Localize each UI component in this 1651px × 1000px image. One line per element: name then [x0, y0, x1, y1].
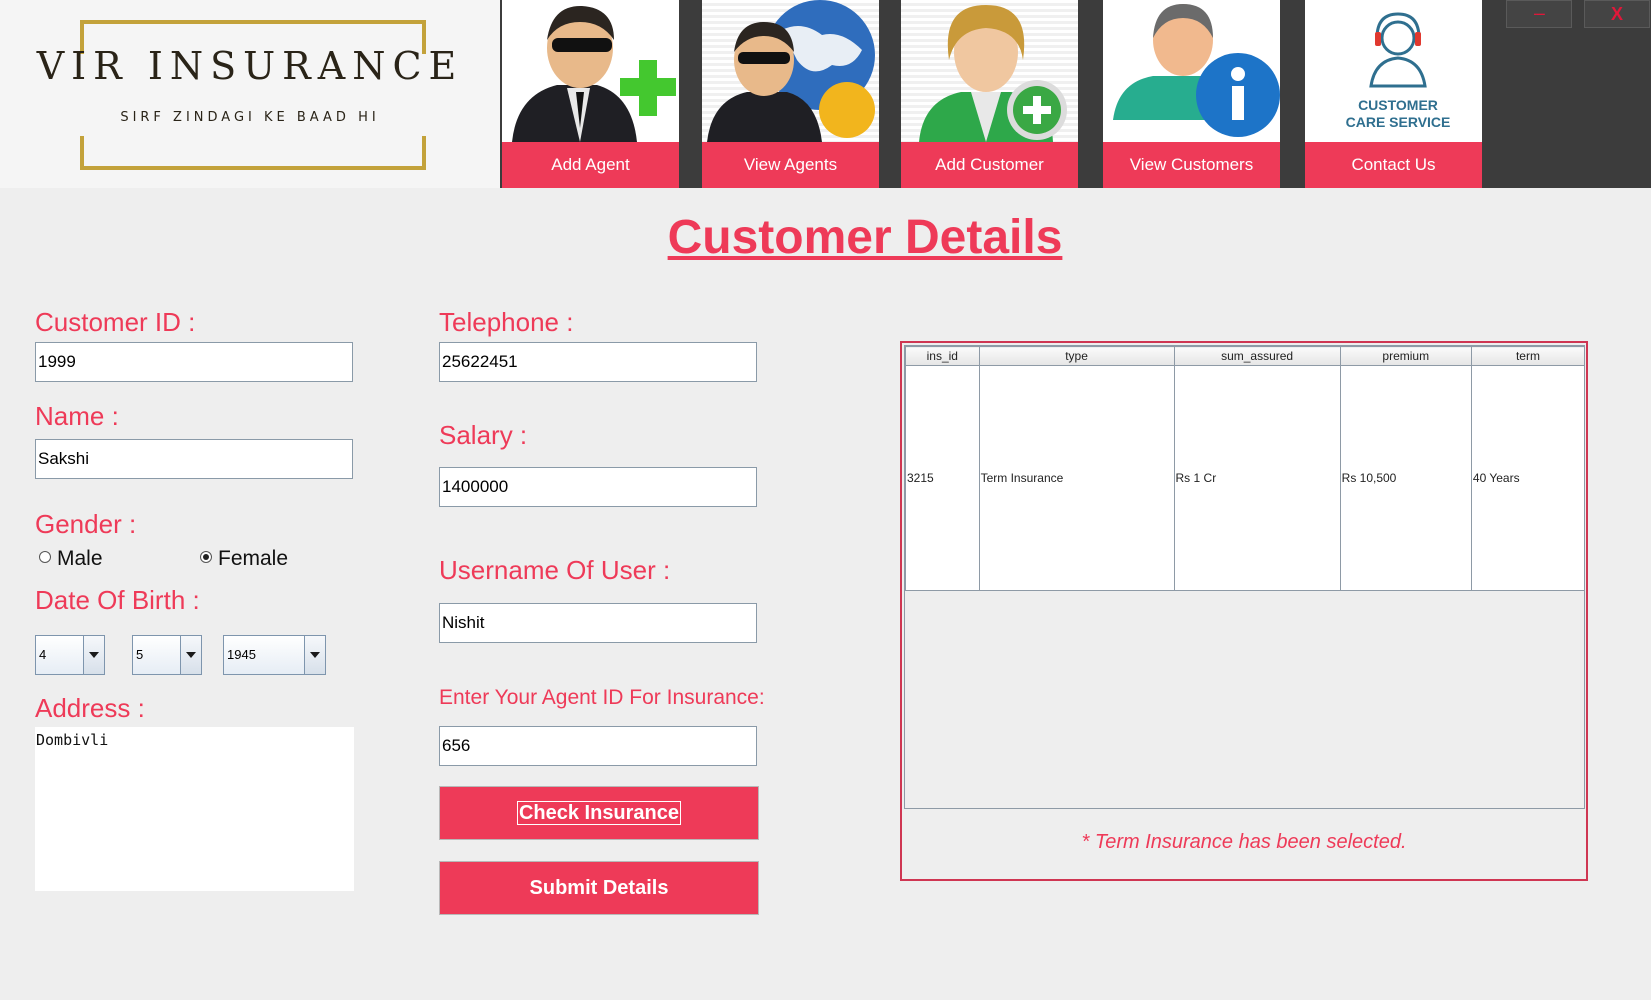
table-header-row: ins_id type sum_assured premium term — [905, 346, 1586, 366]
column-header-type[interactable]: type — [978, 346, 1175, 366]
minimize-button[interactable]: ---- — [1506, 0, 1572, 28]
dob-month-select[interactable]: 5 — [132, 635, 202, 675]
address-label: Address : — [35, 693, 145, 723]
customer-add-icon — [901, 0, 1078, 142]
submit-details-button[interactable]: Submit Details — [439, 861, 759, 915]
gender-male-label: Male — [57, 547, 103, 570]
gender-female-label: Female — [218, 547, 289, 570]
nav-add-agent-button[interactable]: Add Agent — [502, 0, 679, 188]
radio-checked-icon — [200, 551, 212, 564]
customer-id-label: Customer ID : — [35, 307, 196, 337]
salary-label: Salary : — [439, 420, 528, 450]
customer-care-headset-icon: CUSTOMER CARE SERVICE — [1305, 0, 1482, 142]
insurance-table-scrollpane[interactable]: ins_id type sum_assured premium term 321… — [904, 345, 1586, 809]
dob-day-select[interactable]: 4 — [35, 635, 105, 675]
username-label: Username Of User : — [439, 555, 671, 585]
table-cell-sum-assured[interactable]: Rs 1 Cr — [1173, 365, 1341, 591]
agent-id-label: Enter Your Agent ID For Insurance: — [439, 686, 765, 709]
gender-female-radio[interactable]: Female — [200, 547, 288, 571]
dob-day-value: 4 — [39, 647, 47, 662]
table-cell-term[interactable]: 40 Years — [1470, 365, 1586, 591]
agent-id-field[interactable]: 656 — [439, 726, 757, 766]
table-cell-ins-id[interactable]: 3215 — [905, 365, 980, 591]
agent-add-icon — [502, 0, 679, 142]
chevron-down-icon[interactable] — [304, 636, 325, 674]
insurance-panel: ins_id type sum_assured premium term 321… — [900, 341, 1588, 881]
table-cell-premium[interactable]: Rs 10,500 — [1339, 365, 1472, 591]
check-insurance-label: Check Insurance — [516, 801, 682, 825]
nav-view-customers-button[interactable]: View Customers — [1103, 0, 1280, 188]
care-caption-line1: CUSTOMER — [1358, 97, 1438, 113]
brand-logo: VIR INSURANCE SIRF ZINDAGI KE BAAD HI — [0, 0, 500, 188]
customer-info-icon — [1103, 0, 1280, 142]
column-header-ins-id[interactable]: ins_id — [905, 346, 980, 366]
column-header-premium[interactable]: premium — [1339, 346, 1472, 366]
table-row[interactable]: 3215 Term Insurance Rs 1 Cr Rs 10,500 40… — [905, 365, 1586, 591]
dob-month-value: 5 — [136, 647, 144, 662]
care-caption-line2: CARE SERVICE — [1346, 114, 1451, 130]
check-insurance-button[interactable]: Check Insurance — [439, 786, 759, 840]
agents-globe-icon — [702, 0, 879, 142]
column-header-term[interactable]: term — [1470, 346, 1586, 366]
nav-contact-us-label: Contact Us — [1305, 142, 1482, 188]
logo-frame — [80, 20, 426, 170]
gender-label: Gender : — [35, 509, 137, 539]
nav-add-customer-button[interactable]: Add Customer — [901, 0, 1078, 188]
nav-view-customers-label: View Customers — [1103, 142, 1280, 188]
selection-status-note: * Term Insurance has been selected. — [1081, 831, 1407, 853]
logo-tagline: SIRF ZINDAGI KE BAAD HI — [120, 110, 380, 125]
nav-add-agent-label: Add Agent — [502, 142, 679, 188]
insurance-table[interactable]: ins_id type sum_assured premium term 321… — [905, 346, 1586, 591]
chevron-down-icon[interactable] — [180, 636, 201, 674]
username-field[interactable]: Nishit — [439, 603, 757, 643]
close-button[interactable]: X — [1584, 0, 1650, 28]
dob-year-value: 1945 — [227, 647, 256, 662]
telephone-field[interactable]: 25622451 — [439, 342, 757, 382]
name-field[interactable]: Sakshi — [35, 439, 353, 479]
top-navigation-bar: VIR INSURANCE SIRF ZINDAGI KE BAAD HI Ad… — [0, 0, 1651, 188]
column-header-sum-assured[interactable]: sum_assured — [1173, 346, 1341, 366]
nav-add-customer-label: Add Customer — [901, 142, 1078, 188]
dob-year-select[interactable]: 1945 — [223, 635, 326, 675]
name-label: Name : — [35, 401, 119, 431]
page-title: Customer Details — [667, 211, 1063, 264]
nav-view-agents-button[interactable]: View Agents — [702, 0, 879, 188]
salary-field[interactable]: 1400000 — [439, 467, 757, 507]
gender-male-radio[interactable]: Male — [39, 547, 103, 571]
nav-view-agents-label: View Agents — [702, 142, 879, 188]
nav-contact-us-button[interactable]: CUSTOMER CARE SERVICE Contact Us — [1305, 0, 1482, 188]
telephone-label: Telephone : — [439, 307, 574, 337]
logo-title: VIR INSURANCE — [36, 44, 464, 88]
address-textarea[interactable]: Dombivli — [35, 727, 354, 891]
radio-unchecked-icon — [39, 551, 51, 564]
dob-label: Date Of Birth : — [35, 585, 200, 615]
table-cell-type[interactable]: Term Insurance — [978, 365, 1175, 591]
chevron-down-icon[interactable] — [83, 636, 104, 674]
customer-id-field[interactable]: 1999 — [35, 342, 353, 382]
